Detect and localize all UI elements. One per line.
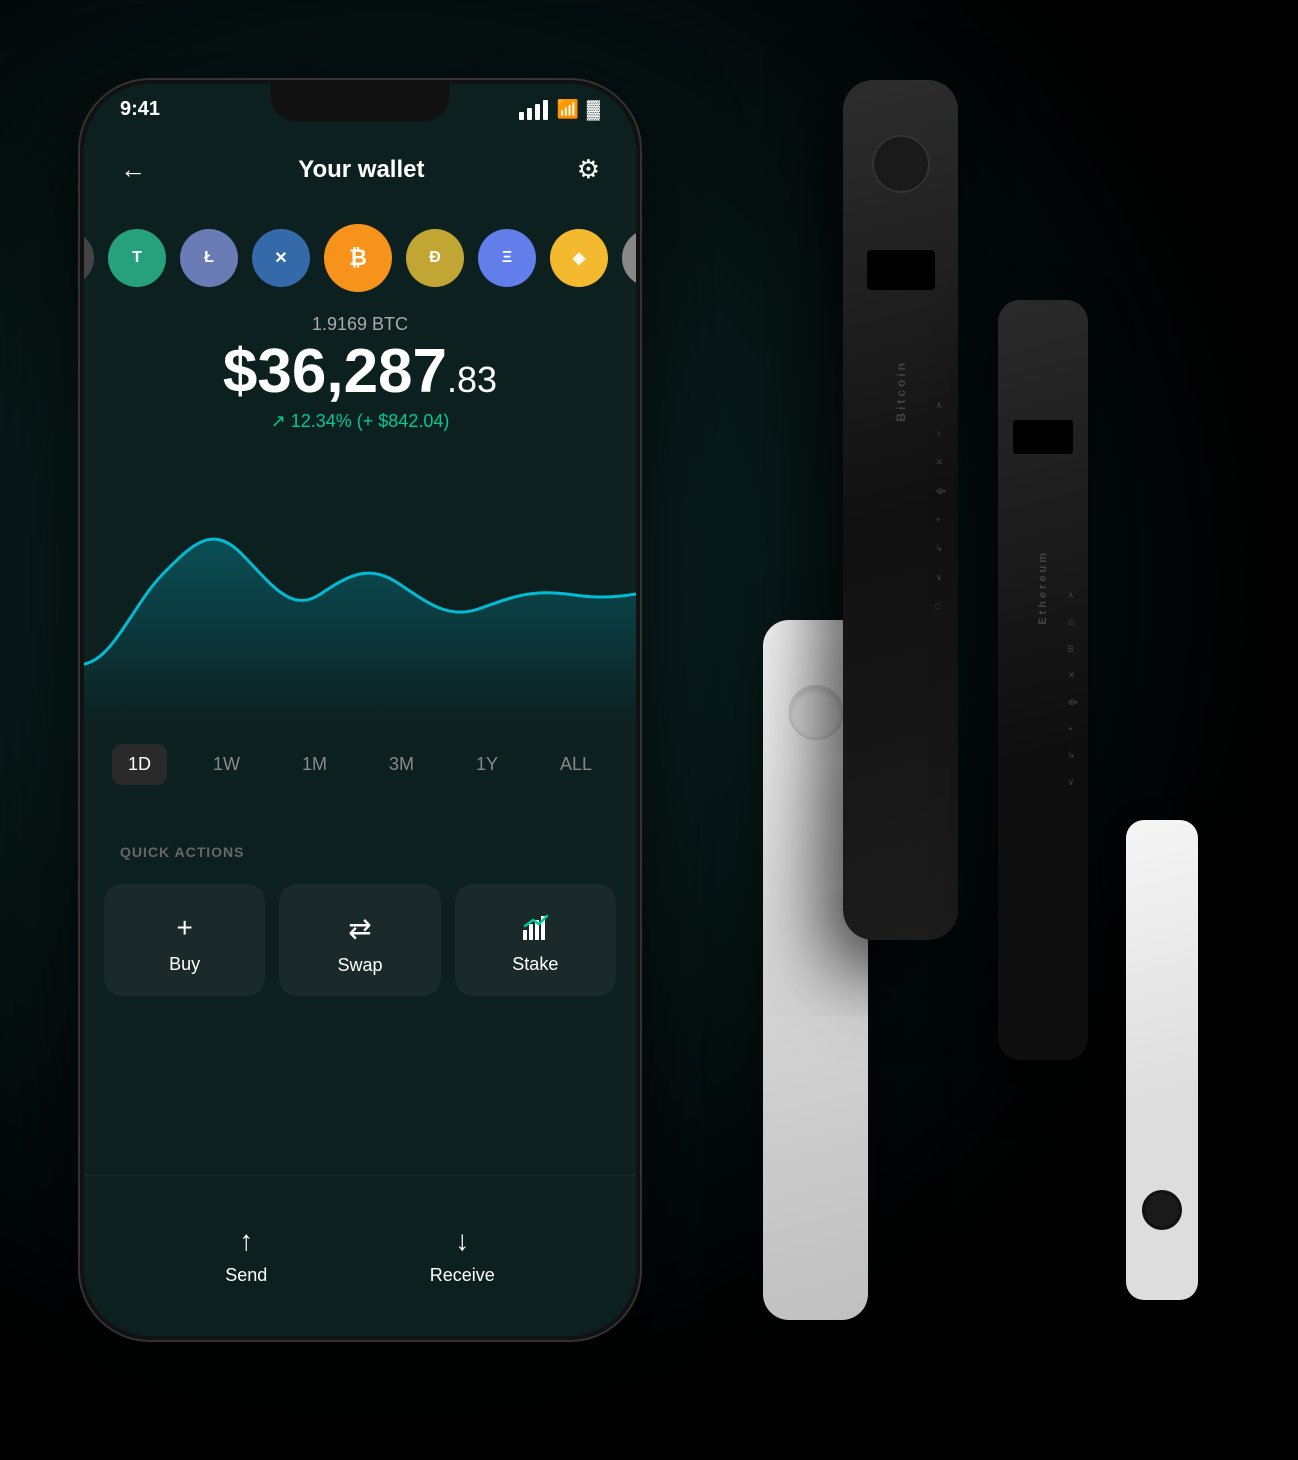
send-label: Send: [225, 1265, 267, 1286]
scene: 9:41 📶 ▓ ← Your wallet ⚙: [0, 0, 1298, 1460]
hw-icon-8: □: [936, 601, 946, 611]
stake-button[interactable]: Stake: [455, 884, 616, 996]
coin-ethereum[interactable]: Ξ: [478, 229, 536, 287]
settings-button[interactable]: ⚙: [577, 154, 600, 185]
hw-slim-icons: ∧ ⊙ B ✕ ⟴ + ↳ ∨: [1068, 590, 1078, 788]
balance-change: ↗ 12.34% (+ $842.04): [84, 411, 636, 432]
hw-icon-4: ⟴: [936, 486, 946, 497]
coin-litecoin[interactable]: Ł: [180, 229, 238, 287]
hw-icon-2: ☿: [936, 429, 946, 439]
coin-xrp-symbol: ✕: [274, 248, 287, 268]
time-filter-1d[interactable]: 1D: [112, 744, 167, 785]
balance-section: 1.9169 BTC $36,287.83 ↗ 12.34% (+ $842.0…: [84, 314, 636, 432]
coin-bitcoin[interactable]: ₿: [324, 224, 392, 292]
coins-row: T Ł ✕ ₿ Ð Ξ ◈: [84, 224, 636, 292]
buy-label: Buy: [169, 954, 200, 975]
price-chart: [84, 464, 636, 724]
hw-slim-icon-3: B: [1068, 644, 1078, 654]
coin-tether[interactable]: T: [108, 229, 166, 287]
time-filter-3m[interactable]: 3M: [373, 744, 430, 785]
status-time: 9:41: [120, 98, 160, 121]
hw-slim-icon-8: ∨: [1068, 777, 1078, 788]
swap-icon: ⇄: [348, 912, 371, 945]
hw-slim-icon-6: +: [1068, 724, 1078, 734]
chart-svg: [84, 464, 636, 724]
ledger-nano-s-black: Ethereum ∧ ⊙ B ✕ ⟴ + ↳ ∨: [998, 300, 1088, 1060]
hw-icon-7: ∨: [936, 572, 946, 583]
hw-white-button: [788, 685, 843, 740]
phone-screen: 9:41 📶 ▓ ← Your wallet ⚙: [84, 84, 636, 1336]
hw-icons: ∧ ☿ ✕ ⟴ + ↳ ∨ □: [936, 400, 946, 611]
hw-button-top: [872, 135, 930, 193]
hw-slim-icon-4: ✕: [1068, 670, 1078, 681]
balance-usd: $36,287.83: [84, 341, 636, 403]
time-filters: 1D 1W 1M 3M 1Y ALL: [84, 744, 636, 785]
hw-icon-5: +: [936, 515, 946, 525]
balance-usd-cents: .83: [447, 359, 497, 400]
receive-icon: ↓: [455, 1225, 469, 1257]
hw-screen: [867, 250, 935, 290]
coin-ethereum-symbol: Ξ: [502, 249, 512, 267]
buy-icon: +: [176, 912, 192, 944]
balance-crypto: 1.9169 BTC: [84, 314, 636, 335]
hw-icon-3: ✕: [936, 457, 946, 468]
send-button[interactable]: ↑ Send: [225, 1225, 267, 1286]
receive-button[interactable]: ↓ Receive: [430, 1225, 495, 1286]
coin-xrp[interactable]: ✕: [252, 229, 310, 287]
coin-bnb[interactable]: ◈: [550, 229, 608, 287]
phone-device: 9:41 📶 ▓ ← Your wallet ⚙: [80, 80, 640, 1340]
coin-dogecoin-symbol: Ð: [429, 249, 441, 267]
status-icons: 📶 ▓: [519, 99, 600, 120]
time-filter-1w[interactable]: 1W: [197, 744, 256, 785]
page-title: Your wallet: [298, 156, 424, 184]
time-filter-all[interactable]: ALL: [544, 744, 608, 785]
stake-label: Stake: [512, 954, 558, 975]
ledger-nano-s-white: [1126, 820, 1198, 1300]
quick-actions: + Buy ⇄ Swap: [104, 884, 616, 996]
wifi-icon: 📶: [556, 99, 578, 120]
hw-white-nano-button: [1142, 1190, 1182, 1230]
balance-usd-main: $36,287: [223, 337, 447, 406]
signal-icon: [519, 100, 548, 120]
hw-label-ethereum: Ethereum: [1037, 550, 1049, 625]
buy-button[interactable]: + Buy: [104, 884, 265, 996]
time-filter-1m[interactable]: 1M: [286, 744, 343, 785]
coin-tether-symbol: T: [132, 249, 142, 267]
receive-label: Receive: [430, 1265, 495, 1286]
back-button[interactable]: ←: [120, 154, 146, 185]
chart-fill: [84, 539, 636, 724]
ledger-nano-x-black: Bitcoin ∧ ☿ ✕ ⟴ + ↳ ∨ □: [843, 80, 958, 940]
hw-icon-1: ∧: [936, 400, 946, 411]
hw-icon-6: ↳: [936, 543, 946, 554]
coin-unknown[interactable]: [84, 231, 94, 285]
phone-notch: [270, 84, 450, 122]
quick-actions-label: QUICK ACTIONS: [120, 844, 244, 860]
time-filter-1y[interactable]: 1Y: [460, 744, 514, 785]
hw-slim-icon-7: ↳: [1068, 750, 1078, 761]
coin-litecoin-symbol: Ł: [204, 249, 214, 267]
hw-slim-screen: [1013, 420, 1073, 454]
hw-slim-icon-2: ⊙: [1068, 617, 1078, 628]
coin-bitcoin-symbol: ₿: [349, 245, 367, 271]
hw-slim-icon-1: ∧: [1068, 590, 1078, 601]
bottom-separator: [84, 1175, 636, 1176]
hw-label-bitcoin: Bitcoin: [894, 360, 908, 422]
coin-algo[interactable]: A: [622, 229, 636, 287]
hw-slim-icon-5: ⟴: [1068, 697, 1078, 708]
swap-button[interactable]: ⇄ Swap: [279, 884, 440, 996]
battery-icon: ▓: [587, 99, 600, 120]
bottom-actions: ↑ Send ↓ Receive: [84, 1225, 636, 1286]
coin-bnb-symbol: ◈: [573, 248, 585, 268]
swap-label: Swap: [337, 955, 382, 976]
stake-icon: [519, 912, 551, 944]
wallet-header: ← Your wallet ⚙: [84, 154, 636, 185]
coin-dogecoin[interactable]: Ð: [406, 229, 464, 287]
send-icon: ↑: [239, 1225, 253, 1257]
